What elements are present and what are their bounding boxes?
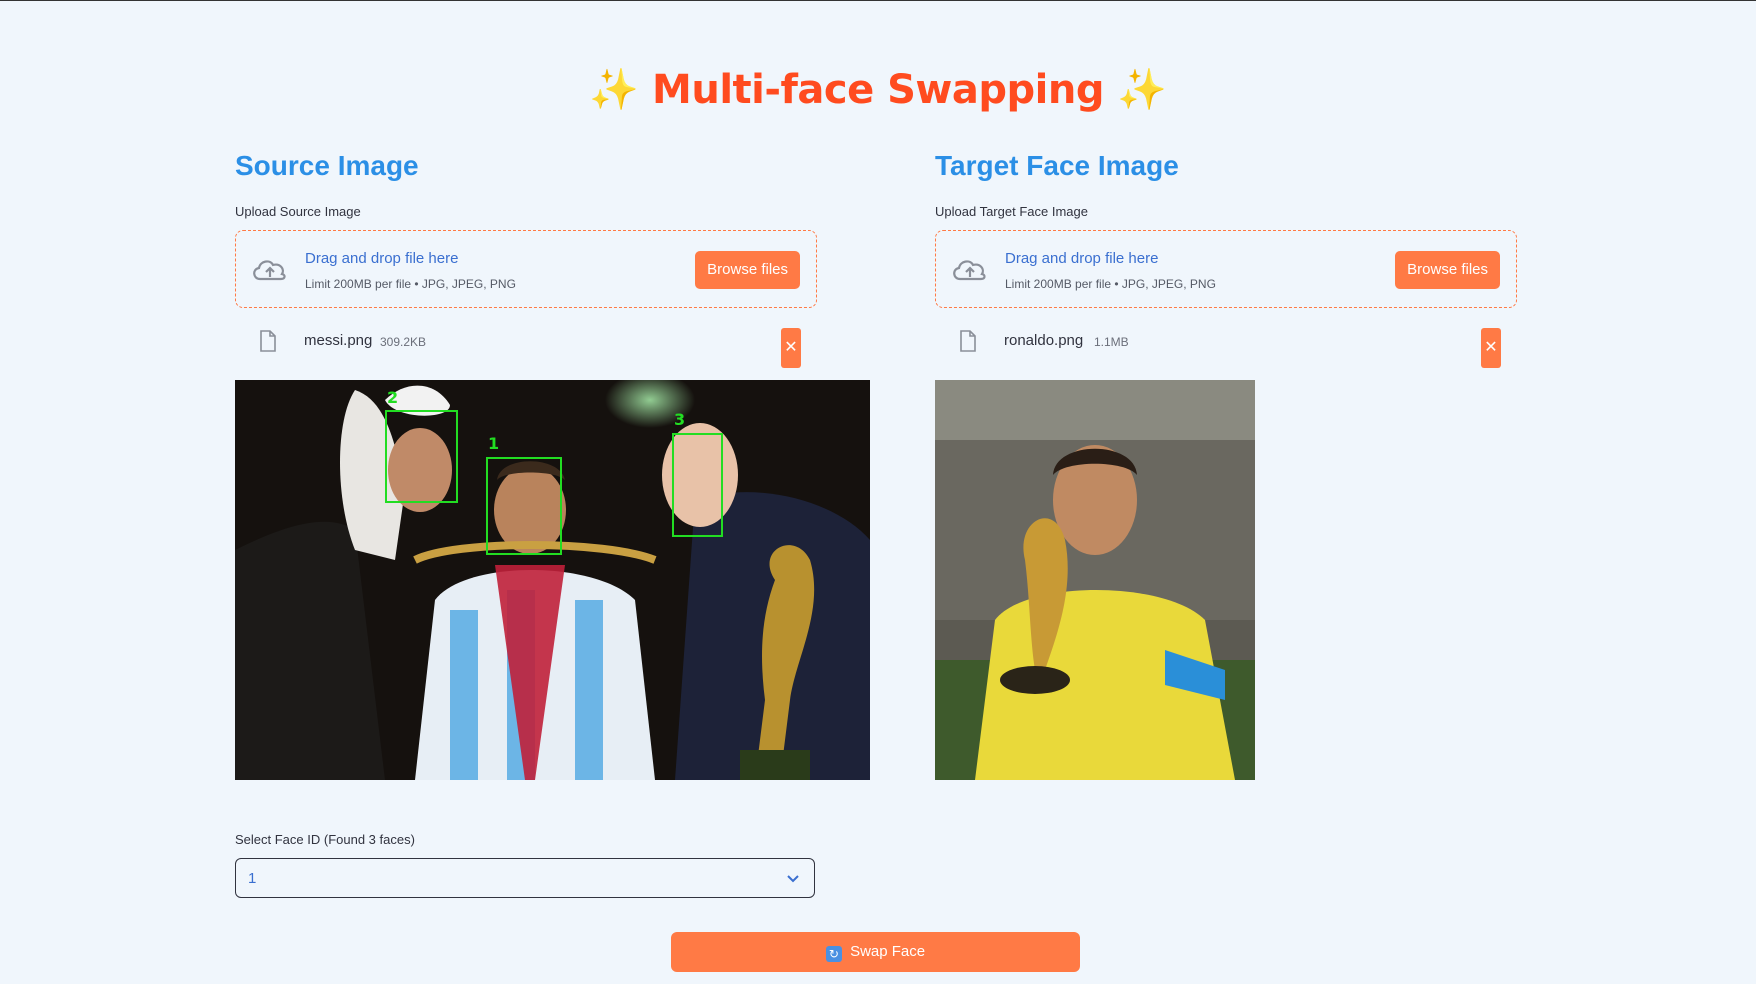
browse-files-button[interactable]: Browse files — [1395, 251, 1500, 289]
source-image-preview: 1 2 3 — [235, 380, 870, 780]
file-icon — [960, 330, 976, 352]
sparkle-icon: ✨ — [1117, 67, 1167, 113]
target-column: Target Face Image Upload Target Face Ima… — [935, 146, 1517, 370]
target-image-preview — [935, 380, 1255, 780]
dropzone-limit-text: Limit 200MB per file • JPG, JPEG, PNG — [1005, 277, 1216, 291]
face-id-label: 2 — [387, 388, 399, 407]
dropzone-title: Drag and drop file here — [1005, 250, 1159, 267]
dropzone-limit-text: Limit 200MB per file • JPG, JPEG, PNG — [305, 277, 516, 291]
source-file-row: messi.png 309.2KB ✕ — [235, 308, 817, 370]
source-heading: Source Image — [235, 150, 419, 181]
dropzone-title: Drag and drop file here — [305, 250, 459, 267]
source-file-name: messi.png — [304, 332, 373, 349]
target-upload-label: Upload Target Face Image — [935, 204, 1088, 219]
page-title-text: Multi-face Swapping — [652, 67, 1104, 113]
swap-face-label: Swap Face — [850, 943, 926, 960]
refresh-icon: ↻ — [825, 946, 842, 962]
face-id-label: 3 — [674, 410, 686, 429]
sparkle-icon: ✨ — [589, 67, 639, 113]
face-id-select[interactable]: 1 — [235, 858, 815, 898]
target-heading: Target Face Image — [935, 150, 1179, 181]
file-icon — [260, 330, 276, 352]
cloud-upload-icon — [953, 260, 986, 281]
source-dropzone[interactable]: Drag and drop file here Limit 200MB per … — [235, 230, 817, 308]
page-title: ✨ Multi-face Swapping ✨ — [0, 66, 1756, 113]
cloud-upload-icon — [253, 260, 286, 281]
remove-target-file-button[interactable]: ✕ — [1481, 328, 1501, 368]
face-select-label: Select Face ID (Found 3 faces) — [235, 832, 415, 847]
target-file-name: ronaldo.png — [1004, 332, 1084, 349]
target-file-row: ronaldo.png 1.1MB ✕ — [935, 308, 1517, 370]
source-upload-label: Upload Source Image — [235, 204, 361, 219]
source-file-size: 309.2KB — [380, 335, 427, 349]
target-photo-illustration — [935, 380, 1255, 780]
target-file-size: 1.1MB — [1094, 335, 1129, 349]
top-border — [0, 0, 1756, 1]
target-dropzone[interactable]: Drag and drop file here Limit 200MB per … — [935, 230, 1517, 308]
browse-files-button[interactable]: Browse files — [695, 251, 800, 289]
swap-face-button[interactable]: ↻ Swap Face — [671, 932, 1080, 972]
face-id-label: 1 — [488, 434, 500, 453]
face-id-select-value: 1 — [248, 870, 257, 887]
remove-source-file-button[interactable]: ✕ — [781, 328, 801, 368]
chevron-down-icon — [787, 875, 799, 883]
source-column: Source Image Upload Source Image Drag an… — [235, 146, 817, 370]
source-photo-illustration — [235, 380, 870, 780]
